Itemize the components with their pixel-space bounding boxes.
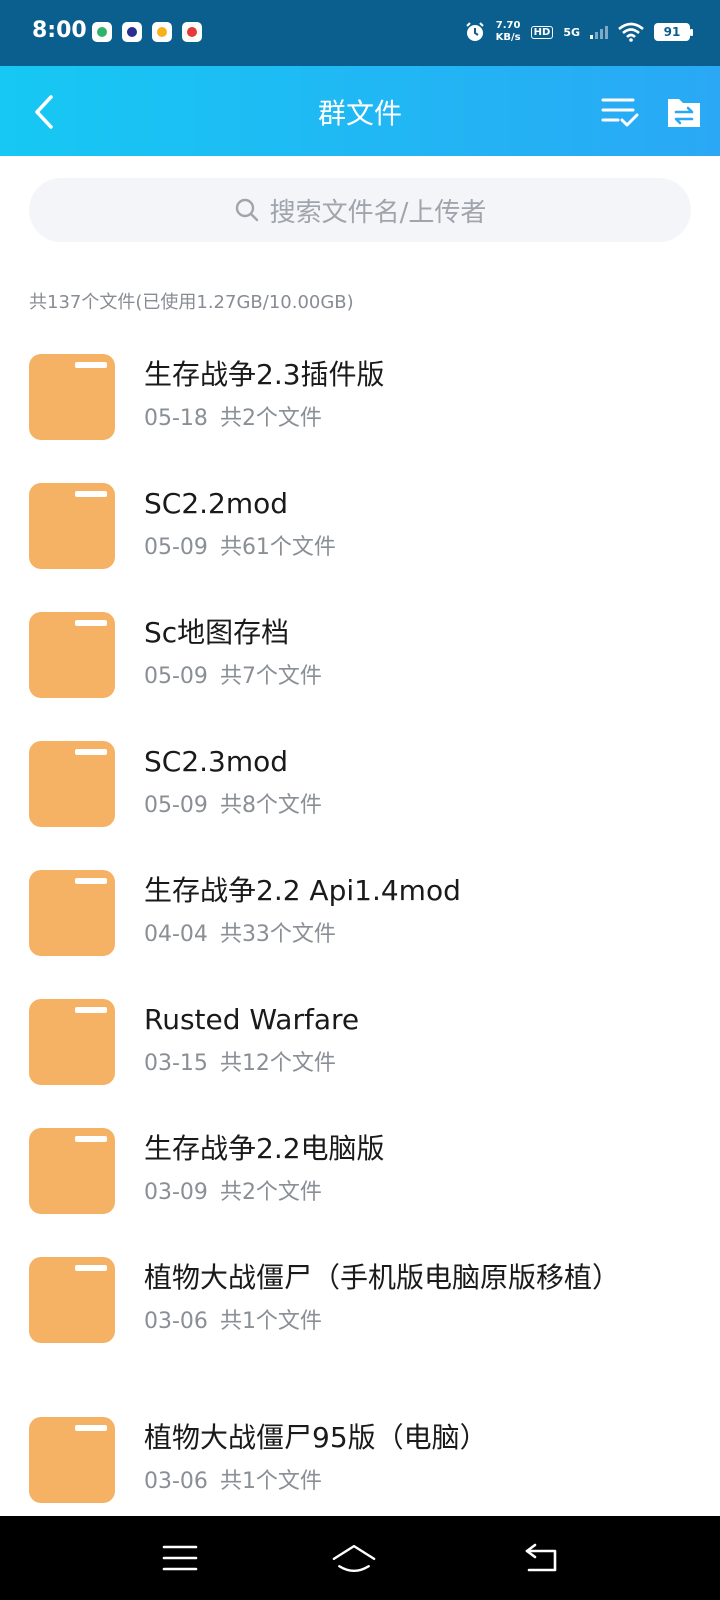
folder-icon [29, 741, 115, 827]
file-count: 共61个文件 [219, 535, 336, 560]
folder-icon [29, 354, 115, 440]
folder-icon [29, 483, 115, 569]
back-arrow-icon [525, 1543, 557, 1572]
file-count: 共7个文件 [219, 664, 322, 689]
list-item[interactable]: SC2.3mod 05-09 共8个文件 [0, 727, 720, 856]
wifi-icon [618, 22, 644, 42]
file-count: 共2个文件 [219, 406, 322, 431]
menu-icon [162, 1545, 198, 1571]
file-date: 05-09 [144, 535, 208, 560]
file-name: 生存战争2.3插件版 [144, 358, 385, 391]
file-meta: 05-09 共8个文件 [144, 787, 624, 819]
list-item[interactable]: Rusted Warfare 03-15 共12个文件 [0, 985, 720, 1114]
file-date: 03-06 [144, 1309, 208, 1334]
status-time: 8:00 [32, 18, 87, 43]
folder-icon [29, 612, 115, 698]
list-item[interactable]: 植物大战僵尸（手机版电脑原版移植） 03-06 共1个文件 [0, 1243, 720, 1403]
file-date: 04-04 [144, 922, 208, 947]
app-notification-icon [122, 22, 142, 42]
file-count: 共33个文件 [219, 922, 336, 947]
multi-select-button[interactable] [596, 88, 644, 136]
file-name: SC2.2mod [144, 487, 289, 520]
file-name: 植物大战僵尸（手机版电脑原版移植） [144, 1261, 621, 1294]
folder-icon [29, 1257, 115, 1343]
file-meta: 03-15 共12个文件 [144, 1045, 624, 1077]
battery-indicator: 91 [654, 23, 693, 41]
file-count: 共1个文件 [219, 1469, 322, 1494]
notification-icons [92, 22, 202, 42]
app-header: 群文件 [0, 66, 720, 156]
file-meta: 05-09 共61个文件 [144, 529, 624, 561]
app-notification-icon [92, 22, 112, 42]
app-notification-icon [152, 22, 172, 42]
status-indicators: 7.70 KB/s HD 5G 91 [464, 20, 693, 44]
back-nav-button[interactable] [520, 1538, 564, 1578]
system-nav-bar [0, 1516, 720, 1600]
network-type: 5G [563, 25, 580, 39]
list-item[interactable]: 生存战争2.2 Api1.4mod 04-04 共33个文件 [0, 856, 720, 985]
app-notification-icon [182, 22, 202, 42]
file-name: 生存战争2.2 Api1.4mod [144, 874, 461, 907]
file-name: 植物大战僵尸95版（电脑） [144, 1421, 488, 1454]
file-list: 生存战争2.3插件版 05-18 共2个文件 SC2.2mod 05-09 共61个… [0, 340, 720, 1532]
file-meta: 03-06 共1个文件 [144, 1463, 624, 1495]
file-transfer-button[interactable] [660, 88, 708, 136]
search-input[interactable]: 搜索文件名/上传者 [29, 178, 691, 242]
file-date: 05-18 [144, 406, 208, 431]
file-name: 生存战争2.2电脑版 [144, 1132, 385, 1165]
file-count: 共2个文件 [219, 1180, 322, 1205]
folder-icon [29, 999, 115, 1085]
file-name: Sc地图存档 [144, 616, 290, 649]
speed-unit: KB/s [495, 32, 521, 43]
home-icon [332, 1544, 376, 1573]
status-bar: 8:00 7.70 KB/s HD 5G 91 [0, 0, 720, 66]
speed-value: 7.70 [495, 20, 521, 31]
folder-icon [29, 1417, 115, 1503]
network-speed: 7.70 KB/s [496, 20, 521, 44]
search-icon [235, 198, 258, 222]
signal-icon [590, 26, 608, 39]
file-date: 05-09 [144, 664, 208, 689]
file-date: 03-15 [144, 1051, 208, 1076]
folder-icon [29, 870, 115, 956]
file-name: SC2.3mod [144, 745, 289, 778]
file-date: 03-06 [144, 1469, 208, 1494]
file-meta: 03-09 共2个文件 [144, 1174, 624, 1206]
list-item[interactable]: Sc地图存档 05-09 共7个文件 [0, 598, 720, 727]
file-name: Rusted Warfare [144, 1003, 360, 1036]
hd-badge: HD [530, 25, 554, 39]
list-item[interactable]: 生存战争2.2电脑版 03-09 共2个文件 [0, 1114, 720, 1243]
list-item[interactable]: SC2.2mod 05-09 共61个文件 [0, 469, 720, 598]
file-count: 共8个文件 [219, 793, 322, 818]
home-button[interactable] [332, 1538, 376, 1578]
file-meta: 05-09 共7个文件 [144, 658, 624, 690]
file-summary: 共137个文件(已使用1.27GB/10.00GB) [29, 292, 354, 313]
file-date: 03-09 [144, 1180, 208, 1205]
menu-button[interactable] [158, 1538, 202, 1578]
file-date: 05-09 [144, 793, 208, 818]
list-item[interactable]: 植物大战僵尸95版（电脑） 03-06 共1个文件 [0, 1403, 720, 1532]
file-count: 共12个文件 [219, 1051, 336, 1076]
search-placeholder: 搜索文件名/上传者 [269, 197, 487, 228]
list-check-icon [601, 98, 639, 127]
file-count: 共1个文件 [219, 1309, 322, 1334]
file-meta: 04-04 共33个文件 [144, 916, 624, 948]
folder-transfer-icon [668, 99, 700, 127]
list-item[interactable]: 生存战争2.3插件版 05-18 共2个文件 [0, 340, 720, 469]
folder-icon [29, 1128, 115, 1214]
file-meta: 03-06 共1个文件 [144, 1303, 624, 1335]
file-meta: 05-18 共2个文件 [144, 400, 624, 432]
alarm-icon [465, 22, 484, 41]
